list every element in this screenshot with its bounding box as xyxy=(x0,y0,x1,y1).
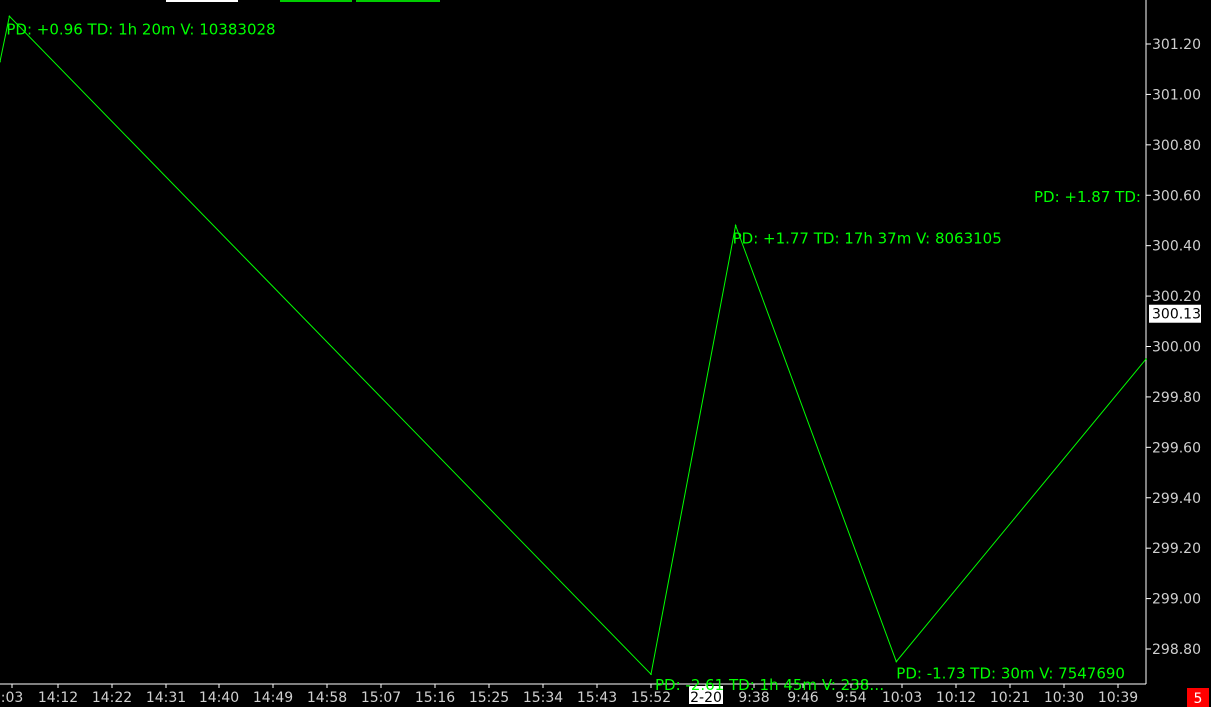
y-tick-label: 300.60 xyxy=(1152,188,1201,204)
x-tick-label: 15:07 xyxy=(361,690,401,706)
x-tick-label: 10:21 xyxy=(990,690,1030,706)
zigzag-annotation-label: PD: +1.87 TD: xyxy=(1034,188,1141,206)
series-vertex-point xyxy=(734,224,737,227)
zigzag-annotation-label: PD: +1.77 TD: 17h 37m V: 8063105 xyxy=(733,230,1002,248)
y-tick-label: 299.20 xyxy=(1152,541,1201,557)
x-tick-label: 15:25 xyxy=(469,690,509,706)
last-price-label: 300.13 xyxy=(1152,307,1201,323)
series-vertex-point xyxy=(895,660,898,663)
chart-area[interactable]: 301.20 301.00 300.80 300.60 300.40 300.20 300.… xyxy=(0,0,1211,707)
x-tick-label: 14:58 xyxy=(307,690,347,706)
y-tick-label: 300.20 xyxy=(1152,289,1201,305)
y-tick-label: 300.00 xyxy=(1152,340,1201,356)
series-vertex-point xyxy=(0,60,1,63)
y-tick-label: 299.80 xyxy=(1152,390,1201,406)
x-tick-label: :03 xyxy=(1,690,24,706)
x-tick-label: 10:39 xyxy=(1098,690,1138,706)
zigzag-annotation-label: PD: -1.73 TD: 30m V: 7547690 xyxy=(896,665,1125,683)
zigzag-annotation-label: PD: +0.96 TD: 1h 20m V: 10383028 xyxy=(6,20,275,38)
x-tick-label: 14:40 xyxy=(199,690,239,706)
series-vertex-point xyxy=(650,673,652,676)
x-tick-label: 15:16 xyxy=(415,690,455,706)
x-tick-label: 15:43 xyxy=(577,690,617,706)
x-tick-label: 10:30 xyxy=(1044,690,1084,706)
y-tick-label: 299.60 xyxy=(1152,440,1201,456)
x-tick-label: 15:34 xyxy=(523,690,563,706)
x-tick-label: 14:12 xyxy=(38,690,78,706)
zigzag-annotation-label: PD: -2.61 TD: 1h 45m V: 238… xyxy=(655,676,884,694)
corner-badge-label: 5 xyxy=(1194,691,1203,707)
y-tick-label: 298.80 xyxy=(1152,642,1201,658)
x-tick-label: 10:03 xyxy=(882,690,922,706)
x-tick-label: 14:49 xyxy=(253,690,293,706)
x-tick-label: 14:22 xyxy=(92,690,132,706)
x-tick-label: 14:31 xyxy=(146,690,186,706)
x-tick-label: 10:12 xyxy=(936,690,976,706)
y-tick-label: 301.00 xyxy=(1152,87,1201,103)
y-tick-label: 299.40 xyxy=(1152,491,1201,507)
zigzag-series-line xyxy=(0,15,1147,676)
y-tick-label: 300.40 xyxy=(1152,239,1201,255)
series-vertex-point xyxy=(8,15,11,18)
y-tick-label: 300.80 xyxy=(1152,138,1201,154)
y-tick-label: 299.00 xyxy=(1152,592,1201,608)
y-tick-label: 301.20 xyxy=(1152,37,1201,53)
zigzag-line-chart: 301.20 301.00 300.80 300.60 300.40 300.20 300.… xyxy=(0,0,1209,707)
series-vertex-point xyxy=(1145,358,1147,360)
